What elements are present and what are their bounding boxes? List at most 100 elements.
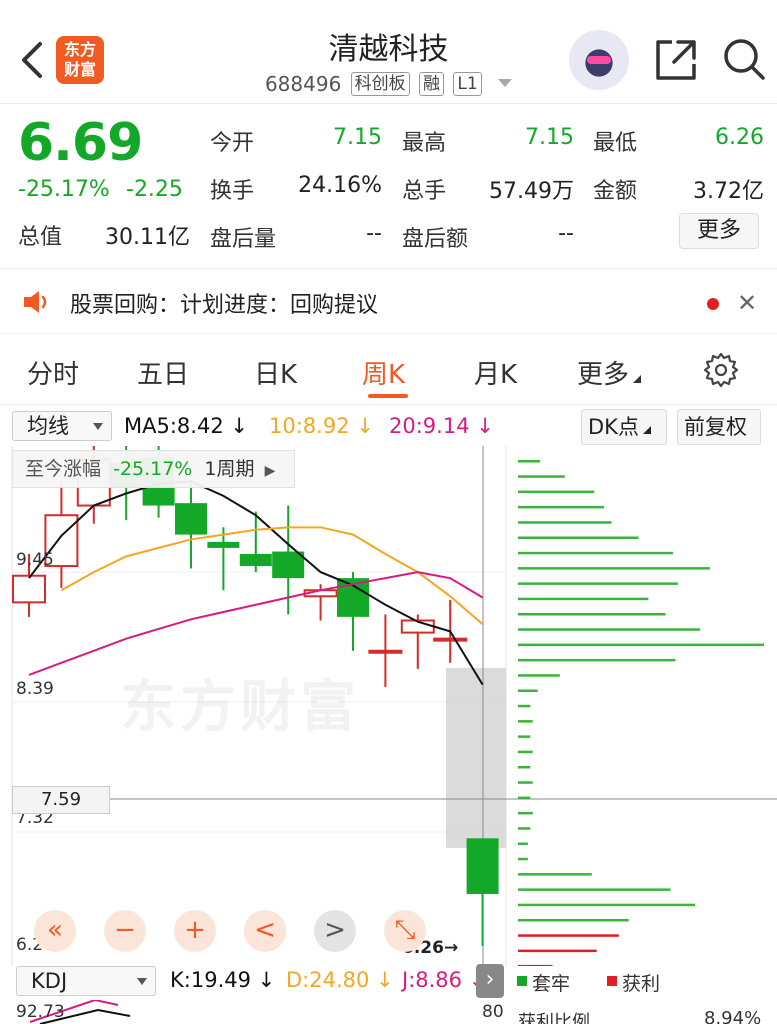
stat-value-high: 7.15 xyxy=(525,125,574,150)
kline-svg[interactable] xyxy=(0,446,777,966)
tab-daily-k[interactable]: 日K xyxy=(254,354,297,391)
dk-point-button[interactable]: DK点 xyxy=(581,409,667,445)
volume-profile-bar xyxy=(518,919,629,922)
volume-profile-bar xyxy=(518,505,605,509)
volume-profile-bar xyxy=(518,674,560,677)
expand-arrow-icon[interactable]: › xyxy=(476,964,504,998)
stat-label-low: 最低 xyxy=(593,131,638,156)
dropdown-caret-icon xyxy=(137,978,147,985)
tag-level: L1 xyxy=(453,72,482,96)
active-tab-indicator xyxy=(368,394,408,398)
kdj-selector[interactable]: KDJ xyxy=(16,966,156,996)
kdj-selector-label: KDJ xyxy=(31,969,68,993)
search-icon[interactable] xyxy=(721,36,767,82)
range-change-box[interactable]: 至今涨幅 -25.17% 1周期 ▶ xyxy=(12,450,295,488)
kline-chart[interactable]: 东方财富 至今涨幅 -25.17% 1周期 ▶ 9.45 8.39 7.32 6… xyxy=(0,446,777,966)
stat-value-after-volume: -- xyxy=(366,221,382,246)
volume-profile-bar xyxy=(518,551,673,555)
zoom-in-button[interactable]: + xyxy=(174,910,216,952)
change-amount: -2.25 xyxy=(126,177,183,202)
ma-selector[interactable]: 均线 xyxy=(12,411,112,441)
tab-more-label: 更多 xyxy=(577,360,630,390)
adjust-button[interactable]: 前复权 xyxy=(677,409,761,445)
watermark: 东方财富 xyxy=(120,675,360,740)
range-label: 至今涨幅 xyxy=(25,458,102,480)
volume-profile-bar xyxy=(518,490,595,494)
volume-profile-bar xyxy=(518,567,710,570)
kdj-chart-area[interactable]: 92.73 80 获利比例 8.94% xyxy=(0,1000,777,1024)
volume-profile-bar xyxy=(518,857,528,861)
candle-body xyxy=(433,637,468,642)
volume-profile-bar xyxy=(518,658,676,662)
price-axis-label: 9.45 xyxy=(16,550,54,570)
stat-value-after-amount: -- xyxy=(558,221,574,246)
stat-label-open: 今开 xyxy=(210,131,255,156)
volume-profile-bar xyxy=(518,628,701,631)
volume-profile-bar xyxy=(518,613,666,616)
stat-value-low: 6.26 xyxy=(715,125,764,150)
tab-weekly-k[interactable]: 周K xyxy=(362,354,405,391)
volume-profile-bar xyxy=(518,475,565,478)
legend-trapped-swatch xyxy=(517,976,527,986)
change-percent: -25.17% xyxy=(18,177,110,202)
top-header: 东方 财富 清越科技 688496 科创板 融 L1 xyxy=(0,0,777,104)
volume-profile-bar xyxy=(518,934,619,937)
stat-label-after-volume: 盘后量 xyxy=(210,227,277,252)
tab-more[interactable]: 更多 xyxy=(577,354,642,391)
legend-profit: 获利 xyxy=(622,973,661,995)
candle-body xyxy=(466,838,499,894)
candle-body xyxy=(207,541,240,548)
volume-profile-bar xyxy=(518,536,639,539)
volume-profile-bar xyxy=(518,949,597,953)
volume-profile-bar xyxy=(518,781,533,784)
zoom-out-button[interactable]: − xyxy=(104,910,146,952)
chevron-right-icon: ▶ xyxy=(264,463,276,479)
step-left-button[interactable]: < xyxy=(244,910,286,952)
volume-profile-bar xyxy=(518,704,531,708)
tab-monthly-k[interactable]: 月K xyxy=(474,354,517,391)
stat-label-high: 最高 xyxy=(402,131,447,156)
stat-value-open: 7.15 xyxy=(333,125,382,150)
indicator-bar: 均线 MA5:8.42 ↓ 10:8.92 ↓ 20:9.14 ↓ DK点 前复… xyxy=(0,404,777,446)
kdj-svg xyxy=(29,1000,131,1024)
tag-margin: 融 xyxy=(419,72,445,96)
tab-five-day[interactable]: 五日 xyxy=(137,354,189,391)
jump-start-button[interactable]: « xyxy=(34,910,76,952)
kdj-j-text: J:8.86 xyxy=(402,968,463,992)
kdj-indicator-bar: KDJ K:19.49 ↓ D:24.80 ↓ J:8.86 ↓ › 套牢 获利 xyxy=(0,962,777,1002)
profit-ratio-label: 获利比例 xyxy=(518,1012,590,1024)
volume-profile-bar xyxy=(518,460,541,463)
volume-profile-bar xyxy=(518,796,531,800)
chart-period-tabs: 分时 五日 日K 周K 月K 更多 xyxy=(0,340,777,404)
stat-value-amount: 3.72亿 xyxy=(693,179,764,204)
unread-dot xyxy=(707,298,719,310)
volume-profile-bar xyxy=(518,888,671,891)
quote-panel: 6.69 -25.17% -2.25 总值 30.11亿 今开 7.15 最高 … xyxy=(0,105,777,265)
candle-body xyxy=(175,503,207,535)
close-icon[interactable]: ✕ xyxy=(737,289,757,317)
notice-bar[interactable]: 股票回购：计划进度：回购提议 ✕ xyxy=(0,268,777,334)
more-stats-button[interactable]: 更多 xyxy=(679,213,759,249)
kdj-d-value: D:24.80 ↓ xyxy=(286,968,394,992)
gear-icon[interactable] xyxy=(703,352,739,388)
tab-intraday[interactable]: 分时 xyxy=(27,354,79,391)
volume-profile-bar xyxy=(518,689,538,692)
ma20-value: 20:9.14 ↓ xyxy=(389,414,494,438)
assistant-robot-icon[interactable] xyxy=(569,30,629,90)
step-right-button[interactable]: > xyxy=(314,910,356,952)
ma-line-10 xyxy=(60,526,484,625)
ma5-text: MA5:8.42 xyxy=(124,414,224,438)
stat-value-volume: 57.49万 xyxy=(489,179,574,204)
candle-body xyxy=(239,553,272,567)
chevron-down-icon[interactable] xyxy=(498,79,513,87)
current-price: 6.69 xyxy=(18,113,143,173)
volume-profile-bar xyxy=(518,597,649,601)
volume-profile-bar xyxy=(518,521,612,524)
price-axis-label: 8.39 xyxy=(16,679,54,699)
fullscreen-button[interactable]: ⤡ xyxy=(384,910,426,952)
kdj-d-text: D:24.80 xyxy=(286,968,370,992)
candle-body xyxy=(368,649,403,654)
ma10-text: 10:8.92 xyxy=(269,414,350,438)
share-icon[interactable] xyxy=(654,38,698,82)
notice-text[interactable]: 股票回购：计划进度：回购提议 xyxy=(70,287,378,319)
